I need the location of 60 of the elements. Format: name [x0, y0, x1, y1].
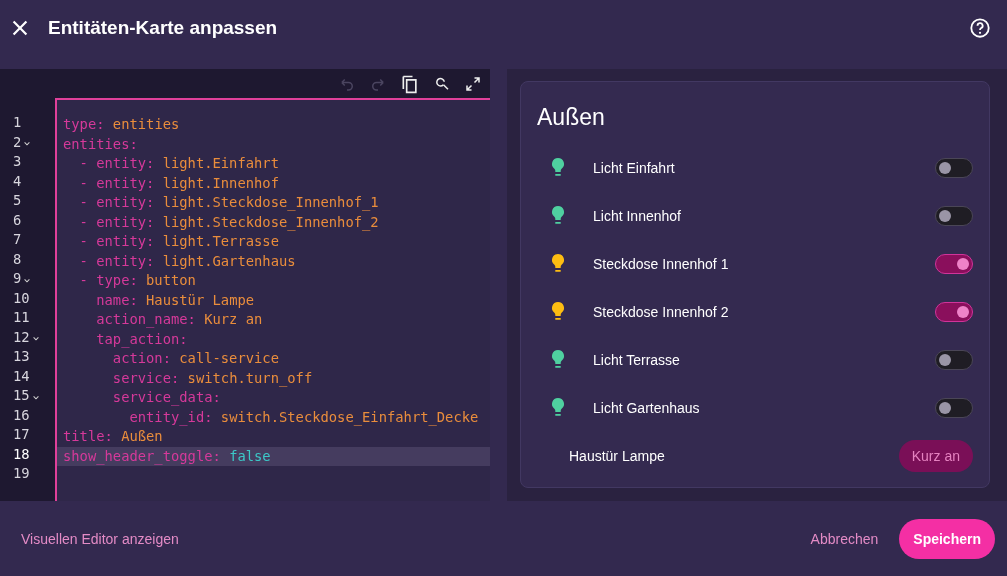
- code-line: name: Haustür Lampe: [95, 290, 256, 310]
- card-title: Außen: [537, 104, 606, 131]
- code-line: tap_action:: [95, 329, 189, 349]
- line-number: 18: [13, 444, 30, 464]
- code-line: service_data:: [111, 388, 222, 408]
- line-number: 11: [13, 308, 30, 327]
- entity-name: Licht Innenhof: [593, 208, 682, 224]
- toggle-switch[interactable]: [935, 206, 973, 226]
- copy-icon[interactable]: [400, 73, 420, 94]
- save-button[interactable]: Speichern: [899, 518, 995, 559]
- code-line: title: Außen: [62, 427, 164, 446]
- toggle-switch[interactable]: [935, 254, 973, 274]
- fullscreen-icon[interactable]: [464, 74, 482, 93]
- code-line: - entity: light.Gartenhaus: [78, 251, 297, 271]
- line-number: 3: [13, 152, 22, 171]
- line-number: 9: [13, 269, 22, 288]
- code-line: action_name: Kurz an: [95, 310, 264, 330]
- code-line: - type: button: [78, 271, 197, 290]
- dialog-title: Entitäten-Karte anpassen: [48, 17, 279, 39]
- cancel-button[interactable]: Abbrechen: [801, 522, 888, 555]
- help-icon[interactable]: [969, 17, 991, 39]
- line-number: 19: [13, 464, 30, 483]
- toggle-switch[interactable]: [935, 302, 973, 322]
- line-number: 6: [13, 210, 22, 230]
- line-number: 16: [13, 405, 30, 425]
- line-number: 7: [13, 230, 22, 249]
- line-number: 14: [13, 366, 30, 386]
- line-number: 15: [13, 386, 30, 405]
- code-line: - entity: light.Innenhof: [78, 173, 280, 193]
- code-line: entity_id: switch.Steckdose_Einfahrt_Decke: [128, 407, 480, 427]
- line-number: 4: [13, 171, 22, 191]
- toggle-switch[interactable]: [935, 350, 973, 370]
- line-number: 8: [13, 249, 22, 269]
- entity-name: Steckdose Innenhof 1: [593, 256, 730, 272]
- code-line: - entity: light.Terrasse: [78, 232, 280, 251]
- fold-icon[interactable]: [31, 393, 40, 402]
- line-number: 1: [13, 113, 22, 132]
- line-number: 10: [13, 288, 30, 308]
- line-number: 13: [13, 347, 30, 366]
- fold-icon[interactable]: [23, 276, 32, 285]
- code-line: entities:: [62, 134, 139, 154]
- code-line: type: entities: [62, 115, 181, 134]
- toggle-switch[interactable]: [935, 158, 973, 178]
- line-number: 5: [13, 191, 22, 210]
- entity-name: Licht Terrasse: [593, 352, 681, 368]
- entity-name: Licht Gartenhaus: [593, 400, 701, 416]
- code-line: service: switch.turn_off: [111, 368, 314, 388]
- line-number: 17: [13, 425, 30, 444]
- line-number: 12: [13, 327, 30, 347]
- line-number: 2: [13, 132, 22, 152]
- action-button[interactable]: Kurz an: [898, 440, 973, 472]
- code-line: - entity: light.Einfahrt: [78, 154, 280, 173]
- code-line: action: call-service: [111, 349, 280, 368]
- entity-name: Licht Einfahrt: [593, 160, 676, 176]
- visual-editor-button[interactable]: Visuellen Editor anzeigen: [12, 522, 188, 555]
- entity-name: Haustür Lampe: [569, 448, 666, 464]
- code-line: - entity: light.Steckdose_Innenhof_2: [78, 212, 380, 232]
- entity-name: Steckdose Innenhof 2: [593, 304, 730, 320]
- code-line: - entity: light.Steckdose_Innenhof_1: [78, 193, 380, 213]
- toggle-switch[interactable]: [935, 398, 973, 418]
